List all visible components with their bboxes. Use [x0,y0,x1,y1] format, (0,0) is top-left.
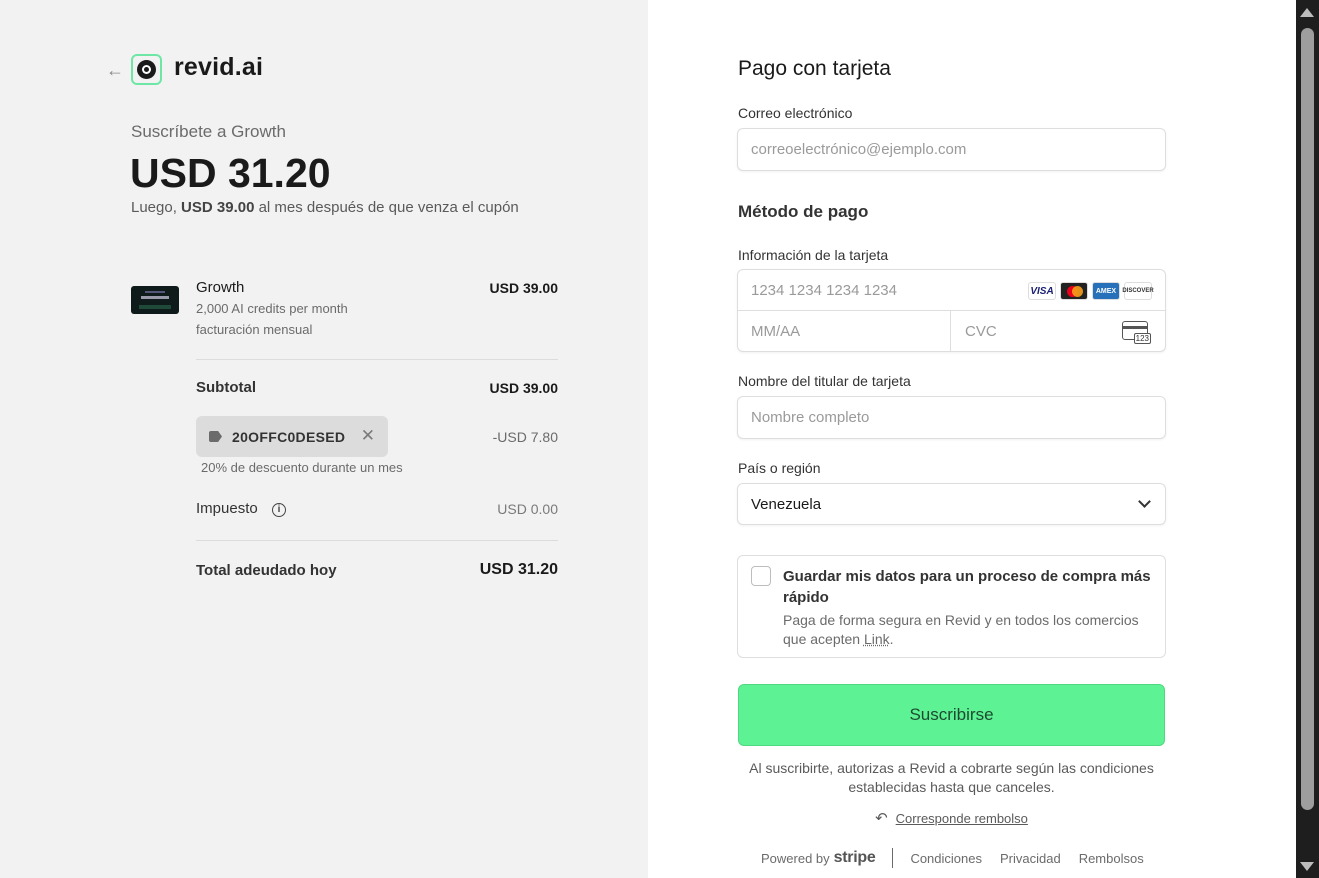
tax-value: USD 0.00 [497,501,558,517]
link-link[interactable]: Link [864,631,890,647]
payment-method-title: Método de pago [738,202,869,221]
card-info-label: Información de la tarjeta [738,247,889,263]
after-amount: USD 39.00 [181,199,255,216]
cardholder-label: Nombre del titular de tarjeta [738,373,911,389]
footer: Powered by stripe Condiciones Privacidad… [761,848,1162,868]
scroll-thumb[interactable] [1301,28,1314,810]
coupon-code: 20OFFC0DESED [232,428,346,445]
stripe-logo[interactable]: stripe [834,849,876,867]
privacy-link[interactable]: Privacidad [1000,851,1061,866]
subtotal-value: USD 39.00 [489,380,558,396]
mastercard-icon [1060,282,1088,300]
total-value: USD 31.20 [479,561,558,578]
order-summary-panel: ← revid.ai Suscríbete a Growth USD 31.20… [0,0,648,878]
discount-value: -USD 7.80 [492,429,558,445]
coupon-chip: 20OFFC0DESED ✕ [196,416,388,457]
product-credits: 2,000 AI credits per month [196,301,348,316]
save-desc-suffix: . [889,631,894,647]
close-icon[interactable]: ✕ [361,426,375,446]
refund-row: ↶ Corresponde rembolso [738,809,1165,827]
discover-icon: DISCOVER [1122,282,1154,300]
brand-name: revid.ai [174,53,264,81]
country-label: País o región [738,460,821,476]
refund-link[interactable]: Corresponde rembolso [896,811,1028,826]
country-value: Venezuela [751,495,822,513]
logo-icon [131,54,162,85]
scrollbar[interactable] [1296,0,1319,878]
powered-by-label: Powered by [761,850,830,866]
subscribe-label: Suscríbete a Growth [131,122,286,141]
divider [196,540,558,541]
scroll-up-icon[interactable] [1300,8,1314,17]
cvc-icon-number: 123 [1133,333,1151,344]
cvc-card-icon: 123 [1122,321,1151,344]
undo-icon: ↶ [875,810,888,827]
product-name: Growth [196,279,245,296]
save-details-desc: Paga de forma segura en Revid y en todos… [783,611,1155,649]
amex-icon: AMEX [1092,282,1120,300]
product-price: USD 39.00 [489,280,558,296]
after-suffix: al mes después de que venza el cupón [254,199,519,216]
payment-form-panel: Pago con tarjeta Correo electrónico corr… [648,0,1296,878]
save-details-title: Guardar mis datos para un proceso de com… [783,568,1151,606]
card-info-group: 1234 1234 1234 1234 VISA AMEX DISCOVER M… [737,269,1166,352]
cvc-input[interactable]: CVC 123 [952,311,1165,351]
back-arrow-icon[interactable]: ← [106,60,124,81]
save-desc-prefix: Paga de forma segura en Revid y en todos… [783,612,1139,647]
email-label: Correo electrónico [738,105,853,121]
after-prefix: Luego, [131,199,182,216]
page-title: Pago con tarjeta [738,57,891,80]
total-label: Total adeudado hoy [196,562,337,579]
country-select[interactable]: Venezuela [737,483,1166,525]
cardholder-name-input[interactable]: Nombre completo [737,396,1166,439]
footer-separator [892,848,894,868]
card-brands: VISA AMEX DISCOVER [1028,282,1154,300]
subscribe-button[interactable]: Suscribirse [738,684,1165,746]
product-thumbnail [131,286,179,314]
tag-icon [209,431,222,442]
subtotal-label: Subtotal [196,379,256,396]
tax-label: Impuesto [196,500,258,517]
divider [196,359,558,360]
email-field[interactable]: correoelectrónico@ejemplo.com [737,128,1166,171]
after-coupon-note: Luego, USD 39.00 al mes después de que v… [131,199,519,216]
due-price: USD 31.20 [130,150,331,196]
scroll-down-icon[interactable] [1300,862,1314,871]
visa-icon: VISA [1028,282,1056,300]
expiry-input[interactable]: MM/AA [738,311,951,351]
terms-link[interactable]: Condiciones [910,851,982,866]
save-details-checkbox[interactable] [751,566,771,586]
save-details-box: Guardar mis datos para un proceso de com… [737,555,1166,658]
product-billing: facturación mensual [196,322,313,337]
discount-note: 20% de descuento durante un mes [201,460,403,475]
refunds-link[interactable]: Rembolsos [1079,851,1144,866]
chevron-down-icon [1138,495,1151,508]
cvc-placeholder: CVC [965,322,997,340]
info-icon[interactable]: i [272,503,286,517]
legal-text: Al suscribirte, autorizas a Revid a cobr… [749,760,1154,795]
